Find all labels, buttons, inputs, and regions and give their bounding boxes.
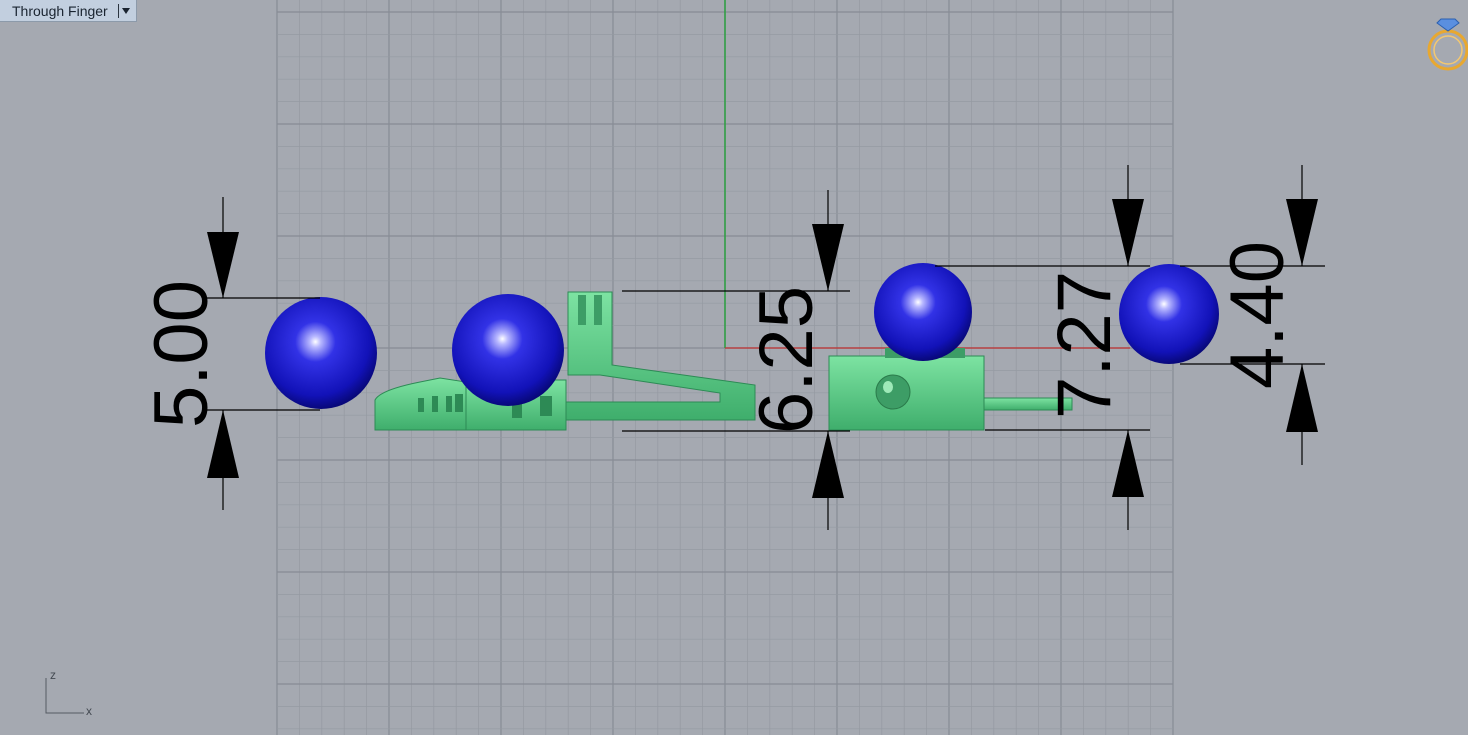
viewport-canvas[interactable]: 5.00 6.25 7.27 4.40 z x [0, 0, 1468, 735]
sphere-1[interactable] [265, 297, 377, 409]
part-prong[interactable] [565, 291, 756, 421]
dimension-label-6-25: 6.25 [744, 286, 829, 434]
ring-gem-icon[interactable] [1427, 18, 1468, 71]
z-axis-label: z [50, 668, 56, 682]
rhino-viewport[interactable]: 5.00 6.25 7.27 4.40 z x Through Finger [0, 0, 1468, 735]
chevron-down-icon[interactable] [121, 7, 130, 14]
sphere-4[interactable] [1119, 264, 1219, 364]
tab-separator [117, 3, 119, 18]
dimension-label-7-27: 7.27 [1042, 271, 1127, 419]
part-right-block[interactable] [828, 348, 1073, 431]
axis-triad: z x [45, 668, 92, 718]
viewport-title-tab[interactable]: Through Finger [0, 0, 137, 22]
dimension-label-5-00: 5.00 [139, 280, 224, 428]
dimension-label-4-40: 4.40 [1215, 241, 1300, 389]
sphere-2[interactable] [452, 294, 564, 406]
sphere-3[interactable] [874, 263, 972, 361]
x-axis-label: x [86, 704, 92, 718]
viewport-title[interactable]: Through Finger [12, 3, 108, 19]
